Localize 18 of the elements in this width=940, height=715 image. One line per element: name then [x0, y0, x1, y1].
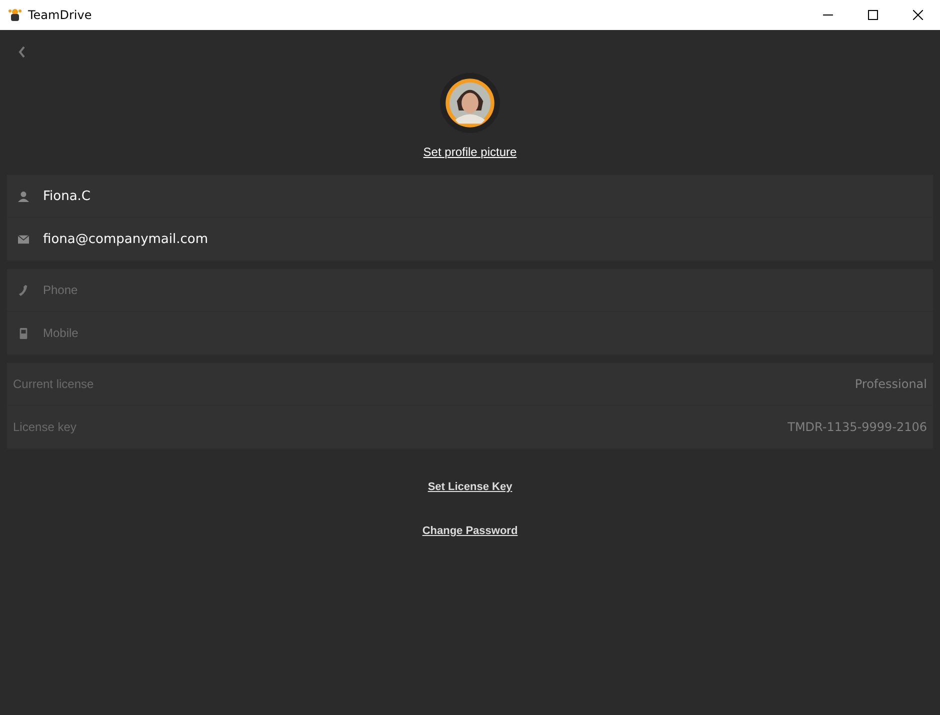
close-icon[interactable]	[913, 10, 923, 20]
mobile-icon	[18, 328, 29, 338]
license-label: Current license	[13, 377, 94, 391]
input-field[interactable]: fiona@companymail.com	[7, 218, 933, 261]
input-field[interactable]: Fiona.C	[7, 175, 933, 218]
user-icon	[18, 190, 29, 202]
license-label: License key	[13, 420, 76, 434]
back-icon[interactable]	[18, 46, 26, 58]
window-title: TeamDrive	[28, 8, 92, 22]
mail-icon	[18, 234, 29, 244]
phone-icon	[18, 284, 29, 296]
set-profile-picture-link[interactable]: Set profile picture	[423, 145, 517, 159]
action-link[interactable]: Change Password	[422, 525, 518, 537]
action-link[interactable]: Set License Key	[428, 481, 512, 493]
app-logo-icon	[8, 8, 22, 22]
license-value: TMDR-1135-9999-2106	[788, 420, 927, 434]
license-value: Professional	[854, 377, 927, 391]
maximize-icon[interactable]	[868, 10, 878, 20]
